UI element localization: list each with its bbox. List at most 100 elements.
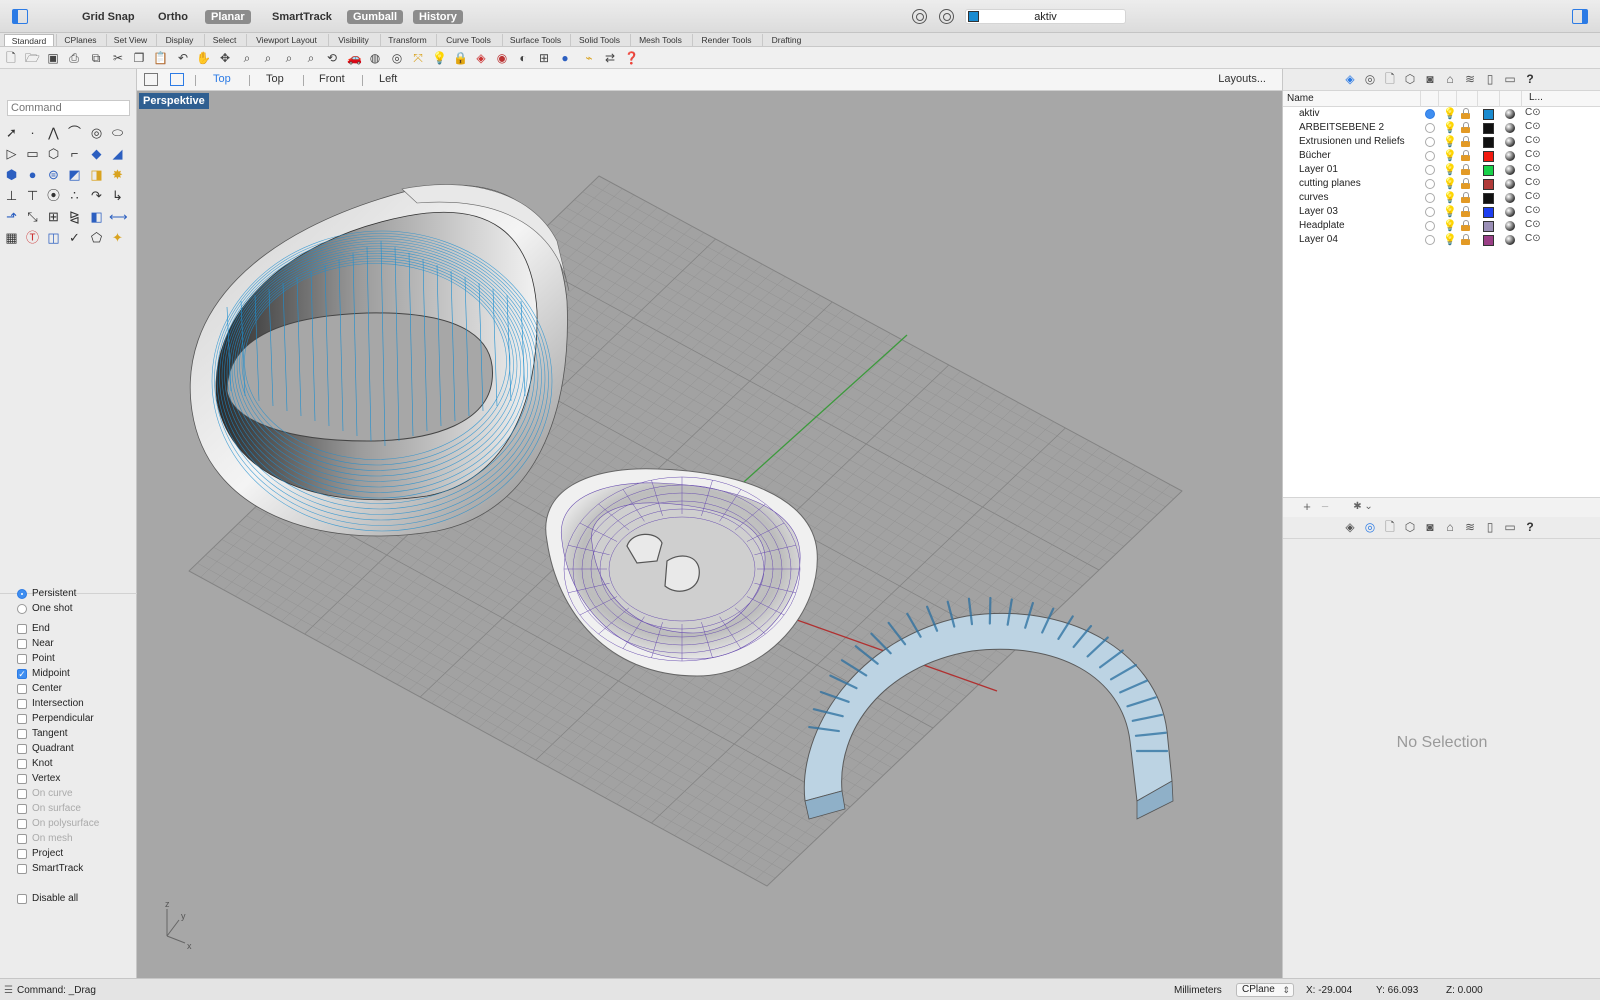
- array-icon[interactable]: ⊞: [45, 208, 62, 225]
- tab-render-tools[interactable]: Render Tools: [692, 34, 760, 46]
- light-bulb-icon[interactable]: 💡: [432, 51, 447, 65]
- visibility-bulb-icon[interactable]: 💡: [1443, 135, 1457, 148]
- text-icon[interactable]: Ⓣ: [24, 229, 41, 246]
- visibility-bulb-icon[interactable]: 💡: [1443, 121, 1457, 134]
- osnap-smarttrack[interactable]: SmartTrack: [17, 861, 83, 876]
- checkbox-vertex[interactable]: [17, 773, 27, 784]
- current-layer-radio[interactable]: [1425, 221, 1435, 231]
- cylinder-icon[interactable]: ⊜: [45, 166, 62, 183]
- display-icon[interactable]: ▭: [1503, 520, 1517, 534]
- mirror-icon[interactable]: ⧎: [66, 208, 83, 225]
- material-sphere-icon[interactable]: [1505, 235, 1515, 245]
- gumball-toggle[interactable]: Gumball: [347, 10, 404, 24]
- material-sphere-icon[interactable]: [1505, 207, 1515, 217]
- checkbox-knot[interactable]: [17, 758, 27, 769]
- analyze-icon[interactable]: ◫: [45, 229, 62, 246]
- layer-row[interactable]: aktiv 💡 C⊙: [1283, 107, 1600, 121]
- new-file-icon[interactable]: 🗋: [4, 51, 18, 65]
- layer-color-swatch[interactable]: [1483, 137, 1494, 148]
- object-icon[interactable]: ⬡: [1403, 72, 1417, 86]
- car-view-icon[interactable]: 🚗: [347, 51, 362, 65]
- cplane-icon[interactable]: ◎: [390, 51, 404, 65]
- color-wheel-icon[interactable]: ◉: [495, 51, 509, 65]
- lock-icon[interactable]: [1461, 220, 1470, 231]
- import-icon[interactable]: ⧉: [89, 51, 103, 65]
- osnap-point[interactable]: Point: [17, 651, 55, 666]
- fillet-curve-icon[interactable]: ⌐: [66, 145, 83, 162]
- layer-name[interactable]: Layer 03: [1299, 206, 1338, 217]
- layer-row[interactable]: Headplate 💡 C⊙: [1283, 219, 1600, 233]
- check-icon[interactable]: ✓: [66, 229, 83, 246]
- layer-row[interactable]: Layer 04 💡 C⊙: [1283, 233, 1600, 247]
- lock-icon[interactable]: 🔒: [453, 51, 468, 65]
- lock-icon[interactable]: [1461, 234, 1470, 245]
- ring-band-model[interactable]: [189, 184, 570, 537]
- ortho-toggle[interactable]: Ortho: [152, 10, 194, 24]
- lock-icon[interactable]: [1461, 122, 1470, 133]
- visibility-bulb-icon[interactable]: 💡: [1443, 191, 1457, 204]
- material-sphere-icon[interactable]: [1505, 137, 1515, 147]
- named-view-icon[interactable]: ◍: [368, 51, 382, 65]
- checkbox-center[interactable]: [17, 683, 27, 694]
- print-linetype[interactable]: C⊙: [1525, 149, 1541, 160]
- current-layer-radio[interactable]: [1425, 179, 1435, 189]
- osnap-tangent[interactable]: Tangent: [17, 726, 68, 741]
- viewport-title[interactable]: Perspektive: [139, 93, 209, 109]
- select-arrow-icon[interactable]: ➚: [3, 124, 20, 141]
- visibility-bulb-icon[interactable]: 💡: [1443, 205, 1457, 218]
- layer-icon[interactable]: ◈: [474, 51, 488, 65]
- tab-cplanes[interactable]: CPlanes: [56, 34, 104, 46]
- grid-snap-toggle[interactable]: Grid Snap: [76, 10, 141, 24]
- current-layer-radio[interactable]: [1425, 165, 1435, 175]
- add-layer-button[interactable]: +: [1299, 500, 1315, 514]
- viewport-tab-front[interactable]: Front: [319, 73, 345, 85]
- viewport-tab-top[interactable]: Top: [266, 73, 284, 85]
- layer-row[interactable]: Bücher 💡 C⊙: [1283, 149, 1600, 163]
- cplane-panel-icon[interactable]: ⌂: [1443, 72, 1457, 86]
- checkbox-perpendicular[interactable]: [17, 713, 27, 724]
- cut-icon[interactable]: ✂: [111, 51, 125, 65]
- polygon-icon[interactable]: ▷: [3, 145, 20, 162]
- layer-name[interactable]: Layer 04: [1299, 234, 1338, 245]
- lock-icon[interactable]: [1461, 150, 1470, 161]
- material-sphere-icon[interactable]: [1505, 165, 1515, 175]
- tab-mesh-tools[interactable]: Mesh Tools: [630, 34, 690, 46]
- tab-curve-tools[interactable]: Curve Tools: [436, 34, 500, 46]
- visibility-bulb-icon[interactable]: 💡: [1443, 107, 1457, 120]
- display-icon[interactable]: ▭: [1503, 72, 1517, 86]
- viewport-tab-top-active[interactable]: Top: [213, 73, 231, 85]
- paste-icon[interactable]: 📋: [153, 51, 168, 65]
- command-input[interactable]: [7, 100, 130, 116]
- help-panel-icon[interactable]: ?: [1523, 520, 1537, 534]
- layer-row[interactable]: cutting planes 💡 C⊙: [1283, 177, 1600, 191]
- column-header-linetype[interactable]: L...: [1529, 92, 1543, 103]
- layer-color-swatch[interactable]: [1483, 207, 1494, 218]
- material-sphere-icon[interactable]: [1505, 151, 1515, 161]
- layers-icon[interactable]: ◈: [1343, 72, 1357, 86]
- lock-icon[interactable]: [1461, 206, 1470, 217]
- perspective-viewport[interactable]: z y x Perspektive: [137, 91, 1282, 978]
- render-mesh-icon[interactable]: ⊞: [537, 51, 551, 65]
- extrude-icon[interactable]: ◢: [109, 145, 126, 162]
- material-sphere-icon[interactable]: [1505, 179, 1515, 189]
- checkbox-intersection[interactable]: [17, 698, 27, 709]
- material-sphere-icon[interactable]: [1505, 109, 1515, 119]
- osnap-target-icon[interactable]: [939, 9, 954, 24]
- print-linetype[interactable]: C⊙: [1525, 219, 1541, 230]
- lock-icon[interactable]: [1461, 178, 1470, 189]
- visibility-bulb-icon[interactable]: 💡: [1443, 149, 1457, 162]
- osnap-quadrant[interactable]: Quadrant: [17, 741, 74, 756]
- tab-display[interactable]: Display: [156, 34, 202, 46]
- command-history-icon[interactable]: ☰: [4, 985, 13, 996]
- print-linetype[interactable]: C⊙: [1525, 233, 1541, 244]
- zoom-extents-icon[interactable]: ⌕: [282, 51, 296, 65]
- tab-drafting[interactable]: Drafting: [762, 34, 810, 46]
- planar-toggle[interactable]: Planar: [205, 10, 251, 24]
- object-icon[interactable]: ⬡: [1403, 520, 1417, 534]
- checkbox-end[interactable]: [17, 623, 27, 634]
- tab-surface-tools[interactable]: Surface Tools: [502, 34, 568, 46]
- filter-icon[interactable]: [912, 9, 927, 24]
- open-file-icon[interactable]: 🗁: [25, 51, 40, 65]
- layer-color-swatch[interactable]: [1483, 193, 1494, 204]
- layer-name[interactable]: Bücher: [1299, 150, 1331, 161]
